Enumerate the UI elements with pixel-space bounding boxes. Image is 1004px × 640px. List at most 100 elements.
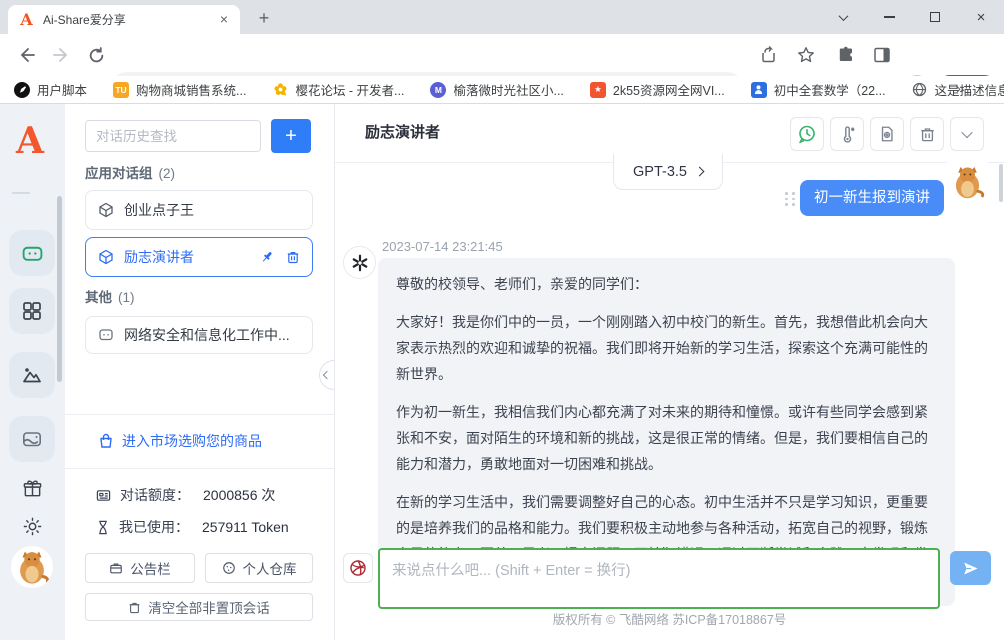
browser-tab[interactable]: A Ai-Share爱分享 ×: [8, 5, 240, 34]
divider: [65, 414, 335, 415]
storage-globe-icon: [222, 561, 236, 575]
send-button[interactable]: [950, 551, 991, 585]
conversation-title: 网络安全和信息化工作中...: [124, 325, 300, 345]
bookmark-userscript[interactable]: 用户脚本: [14, 80, 87, 99]
collapse-header-button[interactable]: [950, 117, 984, 151]
forward-icon[interactable]: [50, 43, 74, 67]
clock-bubble-icon: [797, 124, 817, 144]
chat-main: 励志演讲者 GP: [335, 104, 1004, 640]
conversation-item-speaker-selected[interactable]: 励志演讲者: [85, 237, 313, 277]
bookmark-star-icon[interactable]: [794, 43, 818, 67]
assistant-avatar: [343, 246, 376, 279]
gift-icon[interactable]: [20, 476, 44, 500]
resource-site-icon: ★: [590, 82, 606, 98]
window-controls: ×: [820, 0, 1004, 34]
basketball-icon: [349, 559, 367, 577]
announcement-board-button[interactable]: 公告栏: [85, 553, 195, 583]
bookmarks-bar: 用户脚本 TU 购物商城销售系统... 樱花论坛 - 开发者... M 榆落微时…: [0, 76, 1004, 104]
side-panel-icon[interactable]: [870, 43, 894, 67]
rail-divider: [12, 192, 30, 194]
save-chat-button[interactable]: [870, 117, 904, 151]
nav-chat-icon[interactable]: [9, 230, 55, 276]
reload-icon[interactable]: [84, 43, 108, 67]
chat-bubble-icon: [98, 327, 114, 343]
app-logo: A: [0, 120, 60, 162]
user-message-avatar: [947, 160, 988, 203]
tab-search-icon[interactable]: [820, 0, 866, 34]
delete-chat-button[interactable]: [910, 117, 944, 151]
shop-cube-icon: TU: [113, 82, 129, 98]
user-message-bubble[interactable]: 初一新生报到演讲: [800, 180, 944, 216]
cat-avatar-icon: [949, 162, 986, 202]
used-row: 我已使用： 257911 Token: [96, 517, 289, 537]
copyright-footer: 版权所有 © 飞酷网络 苏ICP备17018867号: [335, 609, 1004, 628]
tab-close-icon[interactable]: ×: [216, 12, 232, 28]
nav-gallery-icon[interactable]: [9, 352, 55, 398]
history-time-button[interactable]: [790, 117, 824, 151]
app-cube-icon: [98, 249, 114, 265]
divider: [65, 468, 335, 469]
nav-photos-icon[interactable]: [9, 416, 55, 462]
close-button[interactable]: ×: [958, 0, 1004, 34]
browser-window: A Ai-Share爱分享 × + × chat.gcrup.com/chat: [0, 0, 1004, 640]
group-count: (2): [159, 166, 176, 181]
hourglass-icon: [96, 520, 110, 535]
conversation-sidebar: + 应用对话组(2) 创业点子王 励志演讲者 其他(1): [65, 104, 335, 640]
assistant-paragraph: 尊敬的校领导、老师们，亲爱的同学们：: [396, 271, 937, 297]
theme-sun-icon[interactable]: [20, 514, 44, 538]
temperature-button[interactable]: [830, 117, 864, 151]
nav-apps-icon[interactable]: [9, 288, 55, 334]
chat-scrollbar[interactable]: [999, 164, 1003, 202]
bookmark-math[interactable]: 初中全套数学（22...: [751, 80, 886, 99]
community-icon: M: [430, 82, 446, 98]
back-icon[interactable]: [14, 43, 38, 67]
share-icon[interactable]: [756, 43, 780, 67]
clear-conversations-button[interactable]: 清空全部非置顶会话: [85, 593, 313, 621]
browser-toolbar: chat.gcrup.com/chat 更新: [0, 34, 1004, 76]
bookmark-sakura[interactable]: 樱花论坛 - 开发者...: [272, 80, 404, 99]
trash-icon: [919, 126, 936, 143]
conversation-item-security[interactable]: 网络安全和信息化工作中...: [85, 316, 313, 354]
conversation-title: 创业点子王: [124, 200, 300, 220]
pin-icon[interactable]: [260, 250, 274, 264]
titlebar: A Ai-Share爱分享 × + ×: [0, 0, 1004, 34]
message-input[interactable]: [378, 548, 940, 609]
bookmark-shop[interactable]: TU 购物商城销售系统...: [113, 80, 246, 99]
math-course-icon: [751, 82, 767, 98]
save-file-icon: [878, 125, 896, 143]
minimize-button[interactable]: [866, 0, 912, 34]
history-search-input[interactable]: [85, 120, 261, 152]
bookmark-community[interactable]: M 榆落微时光社区小...: [430, 80, 563, 99]
assistant-paragraph: 作为初一新生，我相信我们内心都充满了对未来的期待和憧憬。或许有些同学会感到紧张和…: [396, 399, 937, 477]
chat-actions: [790, 117, 984, 151]
flower-icon: [272, 82, 288, 98]
chat-title: 励志演讲者: [365, 104, 440, 162]
message-drag-handle-icon[interactable]: [785, 192, 796, 206]
model-selector[interactable]: GPT-3.5: [613, 154, 723, 190]
plugin-ball-button[interactable]: [343, 553, 373, 583]
app-cube-icon: [98, 202, 114, 218]
quota-value: 2000856 次: [203, 485, 275, 505]
conversation-item-startup[interactable]: 创业点子王: [85, 190, 313, 230]
cat-avatar-icon: [13, 548, 51, 586]
personal-storage-button[interactable]: 个人仓库: [205, 553, 313, 583]
left-rail: A: [0, 104, 65, 640]
delete-conversation-icon[interactable]: [286, 250, 300, 264]
extensions-icon[interactable]: [834, 43, 858, 67]
site-favicon-icon: A: [18, 11, 35, 28]
bookmarks-overflow-icon[interactable]: »: [956, 80, 964, 96]
user-avatar[interactable]: [11, 546, 53, 588]
market-link[interactable]: 进入市场选购您的商品: [98, 428, 262, 454]
tab-title: Ai-Share爱分享: [43, 11, 216, 28]
rail-scrollbar[interactable]: [57, 196, 62, 382]
new-conversation-button[interactable]: +: [271, 119, 311, 153]
app-shell: A: [0, 104, 1004, 640]
new-tab-button[interactable]: +: [252, 7, 276, 31]
used-value: 257911 Token: [202, 519, 289, 535]
quota-label: 对话额度：: [120, 485, 190, 505]
sidebar-collapse-button[interactable]: [319, 360, 334, 390]
bookmark-resources[interactable]: ★ 2k55资源网全网VI...: [590, 80, 725, 99]
used-label: 我已使用：: [119, 517, 189, 537]
group-label-apps: 应用对话组(2): [85, 162, 175, 182]
maximize-button[interactable]: [912, 0, 958, 34]
